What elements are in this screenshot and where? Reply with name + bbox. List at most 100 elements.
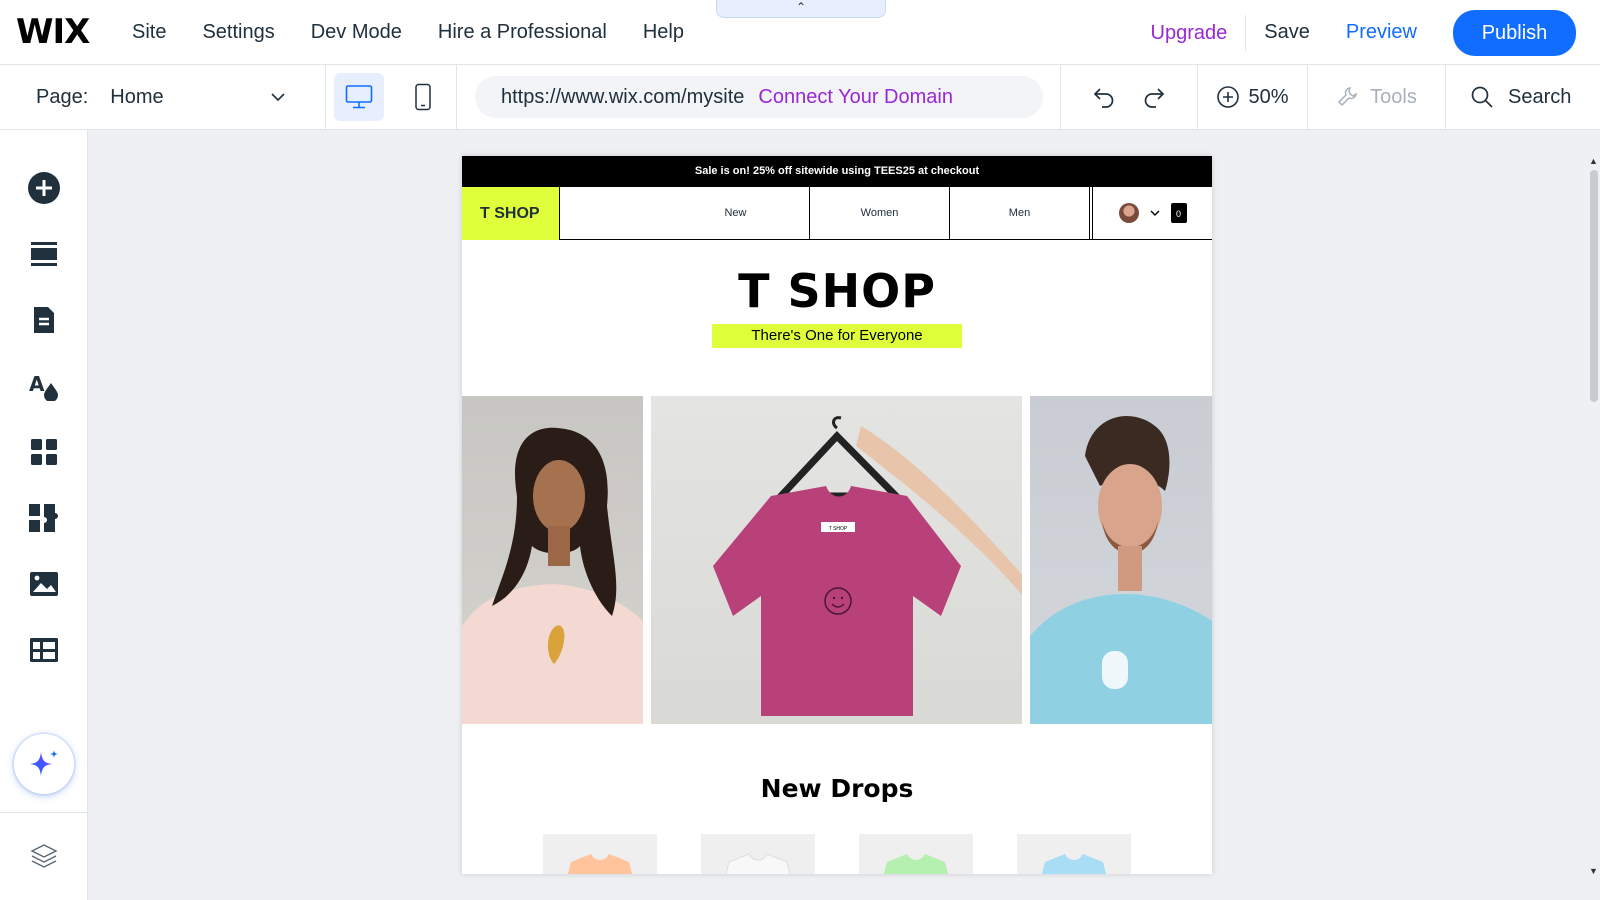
menu-dev-mode[interactable]: Dev Mode <box>311 21 402 44</box>
wix-logo[interactable]: WIX <box>16 12 118 52</box>
top-actions: Upgrade Save Preview Publish <box>1151 0 1576 65</box>
pink-tshirt-photo[interactable]: T SHOP <box>650 396 1023 724</box>
undo-icon[interactable] <box>1090 83 1118 111</box>
hero-title[interactable]: T SHOP <box>462 264 1212 318</box>
mobile-icon <box>415 83 431 111</box>
typography-drop-icon: A <box>29 372 58 401</box>
add-section-button[interactable] <box>24 234 64 274</box>
sections-icon <box>31 242 57 266</box>
site-canvas[interactable]: Sale is on! 25% off sitewide using TEES2… <box>462 156 1212 874</box>
green-tshirt-thumb <box>884 854 948 874</box>
theme-button[interactable]: A <box>24 366 64 406</box>
sparkle-icon <box>30 750 58 776</box>
site-url: https://www.wix.com/mysite <box>501 85 745 108</box>
collapse-toolbar-button[interactable]: ⌃ <box>716 0 886 18</box>
nav-men[interactable]: Men <box>950 187 1090 239</box>
avatar[interactable] <box>1118 203 1139 223</box>
search-button[interactable]: Search <box>1446 65 1600 129</box>
zoom-in-icon <box>1217 86 1240 108</box>
scroll-up-icon[interactable]: ▲ <box>1589 156 1598 166</box>
url-bar[interactable]: https://www.wix.com/mysite Connect Your … <box>475 76 1043 118</box>
puzzle-icon <box>29 504 58 532</box>
chevron-down-icon <box>271 93 285 102</box>
product-thumb[interactable] <box>701 834 815 874</box>
top-bar: WIX Site Settings Dev Mode Hire a Profes… <box>0 0 1600 65</box>
image-icon <box>30 572 58 596</box>
account-cart: 0 <box>1092 187 1212 239</box>
save-button[interactable]: Save <box>1264 21 1310 44</box>
editor-toolbar: Page: Home https://www.wix.com/mysite Co… <box>0 65 1600 130</box>
search-icon <box>1471 86 1493 108</box>
product-thumb[interactable] <box>859 834 973 874</box>
woman-tshirt-illustration <box>462 427 643 724</box>
upgrade-link[interactable]: Upgrade <box>1151 14 1247 51</box>
zoom-level: 50% <box>1248 85 1289 108</box>
scroll-thumb[interactable] <box>1590 170 1598 402</box>
site-nav: New Women Men <box>662 187 1090 239</box>
man-model-photo[interactable] <box>1030 396 1212 724</box>
product-thumb[interactable] <box>1017 834 1131 874</box>
redo-icon[interactable] <box>1140 83 1168 111</box>
ai-assistant-button[interactable] <box>14 734 74 794</box>
wrench-icon <box>1338 87 1358 107</box>
table-icon <box>30 638 58 662</box>
left-toolbar: A <box>0 130 88 900</box>
site-logo[interactable]: T SHOP <box>462 187 560 240</box>
cart-icon[interactable]: 0 <box>1170 203 1187 223</box>
tshirt-tag: T SHOP <box>828 526 847 532</box>
desktop-view-button[interactable] <box>334 73 384 121</box>
layers-button[interactable] <box>24 836 64 876</box>
history-controls <box>1061 65 1198 129</box>
canvas-scrollbar[interactable]: ▲ ▼ <box>1588 156 1600 878</box>
media-button[interactable] <box>24 564 64 604</box>
top-menu: Site Settings Dev Mode Hire a Profession… <box>132 21 720 44</box>
site-header: T SHOP New Women Men 0 <box>462 187 1212 240</box>
business-tools-button[interactable] <box>24 498 64 538</box>
layers-icon <box>30 844 58 868</box>
hanging-tshirt-illustration: T SHOP <box>712 416 1023 716</box>
device-switcher <box>326 65 457 129</box>
desktop-icon <box>345 85 373 109</box>
connect-domain-link[interactable]: Connect Your Domain <box>758 86 953 109</box>
scroll-down-icon[interactable]: ▼ <box>1589 866 1598 876</box>
announcement-bar[interactable]: Sale is on! 25% off sitewide using TEES2… <box>462 156 1212 187</box>
chevron-up-icon: ⌃ <box>795 0 807 14</box>
menu-hire-professional[interactable]: Hire a Professional <box>438 21 607 44</box>
page-label: Page: <box>36 85 89 108</box>
new-drops-heading[interactable]: New Drops <box>462 774 1212 803</box>
zoom-control[interactable]: 50% <box>1198 65 1308 129</box>
orange-tshirt-thumb <box>568 854 632 874</box>
current-page-name: Home <box>110 85 164 108</box>
apps-grid-icon <box>31 439 57 465</box>
hero-gallery: T SHOP <box>462 396 1212 724</box>
plus-circle-icon <box>28 172 60 204</box>
page-selector[interactable]: Page: Home <box>0 65 326 129</box>
nav-women[interactable]: Women <box>810 187 950 239</box>
menu-help[interactable]: Help <box>643 21 684 44</box>
pages-button[interactable] <box>24 300 64 340</box>
mobile-view-button[interactable] <box>398 73 448 121</box>
man-tshirt-illustration <box>1030 416 1212 724</box>
cart-count: 0 <box>1175 209 1181 219</box>
add-elements-button[interactable] <box>24 168 64 208</box>
tools-button[interactable]: Tools <box>1308 65 1446 129</box>
add-apps-button[interactable] <box>24 432 64 472</box>
chevron-down-icon[interactable] <box>1149 207 1161 219</box>
cms-button[interactable] <box>24 630 64 670</box>
white-tshirt-thumb <box>725 853 791 874</box>
url-bar-section: https://www.wix.com/mysite Connect Your … <box>457 65 1061 129</box>
menu-settings[interactable]: Settings <box>202 21 274 44</box>
product-thumb[interactable] <box>543 834 657 874</box>
nav-new[interactable]: New <box>662 187 810 239</box>
menu-site[interactable]: Site <box>132 21 166 44</box>
search-label: Search <box>1508 85 1572 108</box>
hero-subtitle[interactable]: There's One for Everyone <box>712 324 962 348</box>
rail-divider <box>0 812 88 813</box>
tools-label: Tools <box>1370 85 1417 108</box>
svg-text:A: A <box>29 372 45 396</box>
page-icon <box>34 307 54 333</box>
woman-model-photo[interactable] <box>462 396 643 724</box>
blue-tshirt-thumb <box>1042 854 1106 874</box>
publish-button[interactable]: Publish <box>1453 9 1576 56</box>
preview-button[interactable]: Preview <box>1346 21 1417 44</box>
